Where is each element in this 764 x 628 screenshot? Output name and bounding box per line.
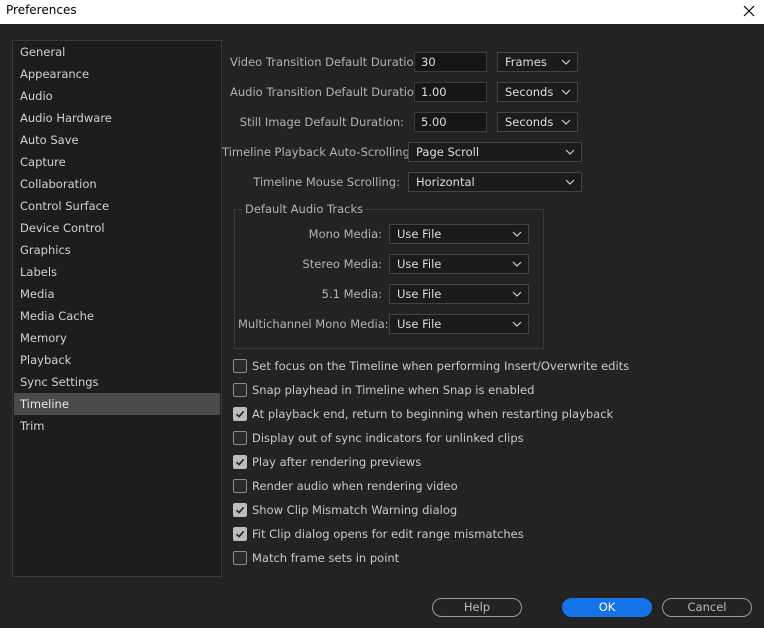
option-render-audio[interactable]: Render audio when rendering video — [233, 477, 458, 495]
cancel-button[interactable]: Cancel — [662, 598, 752, 617]
audio-transition-duration-label: Audio Transition Default Duration: — [230, 85, 426, 99]
group-border — [234, 209, 242, 210]
close-button[interactable] — [738, 0, 760, 22]
default-audio-tracks-title: Default Audio Tracks — [243, 201, 366, 217]
option-out-of-sync-indicators[interactable]: Display out of sync indicators for unlin… — [233, 429, 524, 447]
video-transition-unit-value: Frames — [505, 55, 547, 69]
stereo-media-select[interactable]: Use File — [389, 254, 529, 274]
sidebar-item-sync-settings[interactable]: Sync Settings — [14, 371, 220, 393]
sidebar-item-audio[interactable]: Audio — [14, 85, 220, 107]
checkbox[interactable] — [233, 503, 247, 517]
chevron-down-icon — [512, 291, 522, 297]
stereo-media-value: Use File — [397, 257, 442, 271]
close-icon — [743, 5, 755, 17]
checkbox[interactable] — [233, 431, 247, 445]
sidebar-item-audio-hardware[interactable]: Audio Hardware — [14, 107, 220, 129]
mouse-scrolling-value: Horizontal — [416, 175, 475, 189]
multichannel-mono-media-value: Use File — [397, 317, 442, 331]
five-one-media-value: Use File — [397, 287, 442, 301]
option-label: Display out of sync indicators for unlin… — [252, 431, 524, 445]
audio-transition-unit-select[interactable]: Seconds — [497, 82, 578, 102]
option-focus-timeline-on-insert[interactable]: Set focus on the Timeline when performin… — [233, 357, 629, 375]
sidebar-item-auto-save[interactable]: Auto Save — [14, 129, 220, 151]
option-label: At playback end, return to beginning whe… — [252, 407, 614, 421]
chevron-down-icon — [565, 149, 575, 155]
still-image-unit-value: Seconds — [505, 115, 554, 129]
sidebar-item-control-surface[interactable]: Control Surface — [14, 195, 220, 217]
still-image-duration-input[interactable]: 5.00 — [414, 112, 487, 132]
checkbox[interactable] — [233, 527, 247, 541]
checkbox[interactable] — [233, 551, 247, 565]
sidebar-item-playback[interactable]: Playback — [14, 349, 220, 371]
checkbox[interactable] — [233, 455, 247, 469]
option-fit-clip-dialog[interactable]: Fit Clip dialog opens for edit range mis… — [233, 525, 524, 543]
checkbox[interactable] — [233, 479, 247, 493]
video-transition-unit-select[interactable]: Frames — [497, 52, 578, 72]
checkbox[interactable] — [233, 359, 247, 373]
mouse-scrolling-label: Timeline Mouse Scrolling: — [253, 175, 400, 189]
chevron-down-icon — [561, 89, 571, 95]
checkmark-icon — [235, 530, 245, 538]
sidebar-item-timeline[interactable]: Timeline — [14, 393, 220, 415]
sidebar-item-collaboration[interactable]: Collaboration — [14, 173, 220, 195]
title-bar: Preferences — [0, 0, 764, 24]
stereo-media-label: Stereo Media: — [302, 257, 382, 271]
option-return-to-beginning[interactable]: At playback end, return to beginning whe… — [233, 405, 613, 423]
option-play-after-rendering[interactable]: Play after rendering previews — [233, 453, 421, 471]
chevron-down-icon — [512, 321, 522, 327]
mouse-scrolling-select[interactable]: Horizontal — [408, 172, 582, 192]
option-label: Fit Clip dialog opens for edit range mis… — [252, 527, 524, 541]
option-label: Show Clip Mismatch Warning dialog — [252, 503, 458, 517]
five-one-media-label: 5.1 Media: — [321, 287, 382, 301]
mono-media-value: Use File — [397, 227, 442, 241]
option-snap-playhead[interactable]: Snap playhead in Timeline when Snap is e… — [233, 381, 534, 399]
mono-media-label: Mono Media: — [308, 227, 382, 241]
video-transition-duration-label: Video Transition Default Duration: — [230, 55, 425, 69]
mono-media-select[interactable]: Use File — [389, 224, 529, 244]
chevron-down-icon — [565, 179, 575, 185]
sidebar-item-graphics[interactable]: Graphics — [14, 239, 220, 261]
chevron-down-icon — [512, 231, 522, 237]
option-match-frame-in-point[interactable]: Match frame sets in point — [233, 549, 399, 567]
playback-auto-scrolling-label: Timeline Playback Auto-Scrolling: — [222, 145, 414, 159]
sidebar-item-memory[interactable]: Memory — [14, 327, 220, 349]
checkmark-icon — [235, 458, 245, 466]
option-label: Set focus on the Timeline when performin… — [252, 359, 630, 373]
sidebar-item-device-control[interactable]: Device Control — [14, 217, 220, 239]
audio-transition-unit-value: Seconds — [505, 85, 554, 99]
window-title: Preferences — [6, 3, 77, 17]
sidebar-item-general[interactable]: General — [14, 41, 220, 63]
group-border — [350, 209, 544, 210]
still-image-unit-select[interactable]: Seconds — [497, 112, 578, 132]
sidebar-item-capture[interactable]: Capture — [14, 151, 220, 173]
checkmark-icon — [235, 410, 245, 418]
five-one-media-select[interactable]: Use File — [389, 284, 529, 304]
help-button[interactable]: Help — [432, 598, 522, 617]
checkmark-icon — [235, 506, 245, 514]
multichannel-mono-media-label: Multichannel Mono Media: — [238, 317, 389, 331]
audio-transition-duration-input[interactable]: 1.00 — [414, 82, 487, 102]
option-label: Render audio when rendering video — [252, 479, 458, 493]
sidebar-item-labels[interactable]: Labels — [14, 261, 220, 283]
chevron-down-icon — [561, 59, 571, 65]
multichannel-mono-media-select[interactable]: Use File — [389, 314, 529, 334]
preferences-category-list: General Appearance Audio Audio Hardware … — [12, 40, 222, 577]
sidebar-item-media-cache[interactable]: Media Cache — [14, 305, 220, 327]
playback-auto-scrolling-select[interactable]: Page Scroll — [408, 142, 582, 162]
playback-auto-scrolling-value: Page Scroll — [416, 145, 480, 159]
video-transition-duration-input[interactable]: 30 — [414, 52, 487, 72]
sidebar-item-media[interactable]: Media — [14, 283, 220, 305]
chevron-down-icon — [561, 119, 571, 125]
option-clip-mismatch-warning[interactable]: Show Clip Mismatch Warning dialog — [233, 501, 457, 519]
option-label: Snap playhead in Timeline when Snap is e… — [252, 383, 535, 397]
checkbox[interactable] — [233, 407, 247, 421]
option-label: Match frame sets in point — [252, 551, 400, 565]
checkbox[interactable] — [233, 383, 247, 397]
sidebar-item-appearance[interactable]: Appearance — [14, 63, 220, 85]
ok-button[interactable]: OK — [562, 598, 652, 617]
chevron-down-icon — [512, 261, 522, 267]
sidebar-item-trim[interactable]: Trim — [14, 415, 220, 437]
still-image-duration-label: Still Image Default Duration: — [239, 115, 404, 129]
option-label: Play after rendering previews — [252, 455, 422, 469]
